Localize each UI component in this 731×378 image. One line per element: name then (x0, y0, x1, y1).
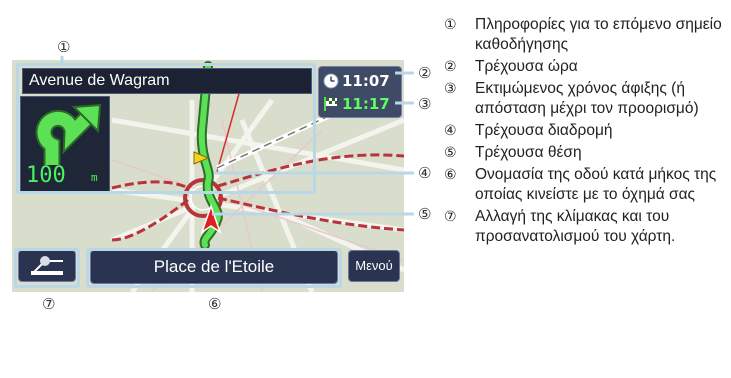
legend-item: ② Τρέχουσα ώρα (444, 57, 730, 77)
current-street-name: Place de l'Etoile (90, 250, 338, 284)
legend-item: ① Πληροφορίες για το επόμενο σημείο καθο… (444, 15, 730, 55)
legend-number: ③ (444, 81, 457, 97)
map-view-icon (31, 256, 63, 275)
navigation-screen: Avenue de Wagram 100 m 11:07 11:17 Place… (12, 60, 404, 292)
callout-7: ⑦ (42, 295, 56, 313)
legend-item: ③ Εκτιμώμενος χρόνος άφιξης (ή απόσταση … (444, 79, 730, 119)
time-panel[interactable]: 11:07 11:17 (318, 66, 402, 118)
right-turn-arrow-icon (35, 103, 102, 165)
legend-item: ⑦ Αλλαγή της κλίμακας και του προσανατολ… (444, 207, 730, 247)
clock-icon (323, 73, 339, 89)
distance-value: 100 (26, 163, 66, 188)
legend-item: ⑥ Ονομασία της οδού κατά μήκος της οποία… (444, 165, 730, 205)
legend-list: ① Πληροφορίες για το επόμενο σημείο καθο… (444, 15, 730, 249)
checkered-flag-icon (324, 97, 337, 111)
legend-text: Τρέχουσα ώρα (475, 58, 578, 75)
next-street-name: Avenue de Wagram (22, 68, 312, 94)
legend-number: ⑦ (444, 209, 457, 225)
current-time: 11:07 (342, 72, 390, 90)
legend-text: Ονομασία της οδού κατά μήκος της οποίας … (475, 166, 717, 203)
callout-3: ③ (418, 95, 432, 113)
callout-2: ② (418, 64, 432, 82)
menu-button[interactable]: Μενού (348, 250, 400, 282)
callout-4: ④ (418, 164, 432, 182)
legend-text: Αλλαγή της κλίμακας και του προσανατολισ… (475, 208, 676, 245)
legend-item: ⑤ Τρέχουσα θέση (444, 143, 730, 163)
legend-text: Τρέχουσα θέση (475, 144, 582, 161)
callout-1: ① (57, 38, 71, 56)
legend-text: Εκτιμώμενος χρόνος άφιξης (ή απόσταση μέ… (475, 80, 699, 117)
legend-number: ⑥ (444, 167, 457, 183)
legend-number: ② (444, 59, 457, 75)
legend-number: ⑤ (444, 145, 457, 161)
distance-unit: m (91, 171, 98, 184)
map-view-button[interactable] (18, 250, 76, 282)
legend-text: Τρέχουσα διαδρομή (475, 122, 613, 139)
legend-number: ① (444, 17, 457, 33)
legend-text: Πληροφορίες για το επόμενο σημείο καθοδή… (475, 16, 722, 53)
legend-item: ④ Τρέχουσα διαδρομή (444, 121, 730, 141)
callout-5: ⑤ (418, 205, 432, 223)
legend-number: ④ (444, 123, 457, 139)
estimated-arrival-time: 11:17 (342, 95, 390, 113)
callout-6: ⑥ (208, 295, 222, 313)
